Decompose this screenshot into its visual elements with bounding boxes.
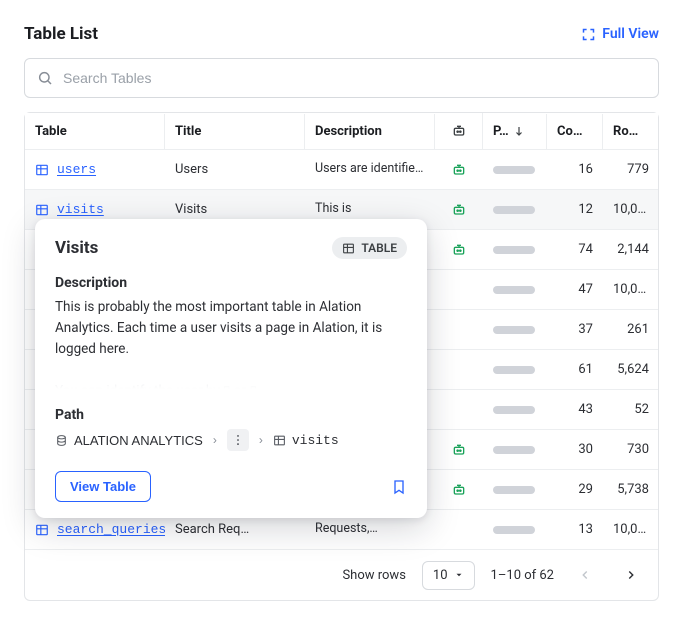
- object-type-chip: TABLE: [332, 237, 407, 259]
- path-more-button[interactable]: [227, 429, 249, 451]
- table-footer: Show rows 10 1–10 of 62: [25, 550, 658, 600]
- bot-indicator: [435, 520, 483, 540]
- rows-cell: 10,000: [603, 192, 659, 227]
- col-description[interactable]: Description: [305, 114, 435, 149]
- bot-indicator: [435, 192, 483, 228]
- bot-indicator: [435, 400, 483, 420]
- table-row[interactable]: usersUsersUsers are identified b… 16779: [25, 150, 658, 190]
- table-title: Users: [165, 152, 305, 187]
- robot-icon: [451, 442, 467, 458]
- table-icon: [342, 242, 355, 255]
- table-icon: [35, 523, 49, 537]
- bot-indicator: [435, 232, 483, 268]
- bot-indicator: [435, 360, 483, 380]
- breadcrumb: ALATION ANALYTICS › › visits: [55, 429, 407, 451]
- bot-indicator: [435, 320, 483, 340]
- table-icon: [273, 434, 286, 447]
- popularity-cell: [483, 316, 547, 344]
- table-icon: [35, 203, 49, 217]
- popularity-cell: [483, 356, 547, 384]
- full-view-label: Full View: [602, 26, 659, 42]
- bot-indicator: [435, 432, 483, 468]
- popularity-cell: [483, 156, 547, 184]
- col-popularity[interactable]: P…: [483, 114, 547, 149]
- expand-icon: [581, 27, 596, 42]
- cols-cell: 43: [547, 392, 603, 427]
- cols-cell: 29: [547, 472, 603, 507]
- col-table[interactable]: Table: [25, 114, 165, 149]
- chevron-right-icon: ›: [259, 433, 263, 447]
- col-cols[interactable]: Co…: [547, 114, 603, 149]
- popularity-cell: [483, 516, 547, 544]
- caret-down-icon: [454, 570, 464, 580]
- popularity-cell: [483, 196, 547, 224]
- path-database[interactable]: ALATION ANALYTICS: [55, 433, 203, 448]
- robot-icon: [451, 162, 467, 178]
- col-bot[interactable]: [435, 113, 483, 149]
- search-input[interactable]: [61, 69, 646, 87]
- rows-cell: 52: [603, 392, 659, 427]
- page-size-select[interactable]: 10: [422, 561, 475, 590]
- robot-icon: [451, 123, 467, 139]
- description-heading: Description: [55, 275, 407, 291]
- prev-page-button[interactable]: [570, 560, 600, 590]
- full-view-button[interactable]: Full View: [581, 26, 659, 42]
- next-page-button[interactable]: [616, 560, 646, 590]
- search-icon: [37, 70, 53, 86]
- cols-cell: 61: [547, 352, 603, 387]
- cols-cell: 74: [547, 232, 603, 267]
- rows-cell: 779: [603, 152, 659, 187]
- bot-indicator: [435, 152, 483, 188]
- robot-icon: [451, 242, 467, 258]
- cols-cell: 16: [547, 152, 603, 187]
- rows-cell: 5,738: [603, 472, 659, 507]
- popover-title: Visits: [55, 238, 98, 258]
- sort-down-icon: [513, 125, 525, 137]
- popularity-cell: [483, 236, 547, 264]
- chevron-right-icon: ›: [213, 433, 217, 447]
- table-header: Table Title Description P… Co… Ro…: [25, 113, 658, 150]
- rows-cell: 10,000: [603, 272, 659, 307]
- database-icon: [55, 434, 68, 447]
- popularity-cell: [483, 396, 547, 424]
- chip-label: TABLE: [361, 241, 397, 255]
- bot-indicator: [435, 280, 483, 300]
- popularity-cell: [483, 476, 547, 504]
- search-box[interactable]: [24, 58, 659, 98]
- rows-cell: 261: [603, 312, 659, 347]
- bookmark-button[interactable]: [391, 478, 407, 496]
- cols-cell: 13: [547, 512, 603, 547]
- rows-cell: 10,000: [603, 512, 659, 547]
- popularity-cell: [483, 436, 547, 464]
- path-heading: Path: [55, 407, 407, 423]
- preview-popover: Visits TABLE Description This is probabl…: [35, 219, 427, 518]
- data-table: Table Title Description P… Co… Ro… users…: [24, 112, 659, 601]
- table-name-link[interactable]: users: [25, 152, 165, 187]
- show-rows-label: Show rows: [342, 568, 405, 583]
- table-icon: [35, 163, 49, 177]
- cols-cell: 37: [547, 312, 603, 347]
- path-table[interactable]: visits: [273, 433, 339, 448]
- table-desc: Users are identified b…: [305, 151, 435, 187]
- page-range: 1–10 of 62: [491, 568, 554, 583]
- bot-indicator: [435, 472, 483, 508]
- cols-cell: 30: [547, 432, 603, 467]
- rows-cell: 5,624: [603, 352, 659, 387]
- rows-cell: 730: [603, 432, 659, 467]
- robot-icon: [451, 202, 467, 218]
- rows-cell: 2,144: [603, 232, 659, 267]
- popover-description: This is probably the most important tabl…: [55, 297, 407, 389]
- page-size-value: 10: [433, 568, 448, 583]
- col-popularity-label: P…: [493, 124, 509, 139]
- col-rows[interactable]: Ro…: [603, 114, 659, 149]
- col-title[interactable]: Title: [165, 114, 305, 149]
- robot-icon: [451, 482, 467, 498]
- cols-cell: 47: [547, 272, 603, 307]
- view-table-button[interactable]: View Table: [55, 471, 151, 502]
- cols-cell: 12: [547, 192, 603, 227]
- page-title: Table List: [24, 24, 98, 44]
- popularity-cell: [483, 276, 547, 304]
